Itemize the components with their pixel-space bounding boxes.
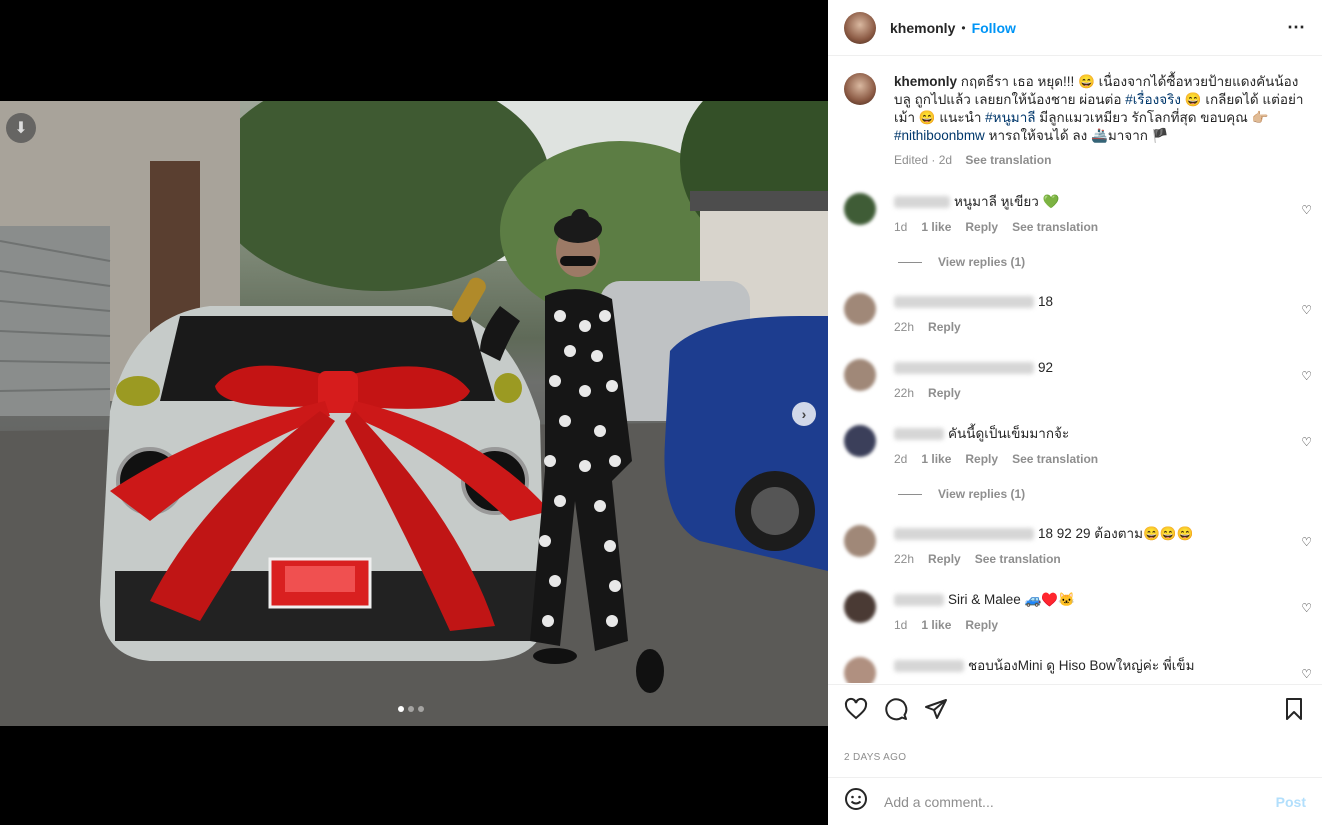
post-comment-button[interactable]: Post — [1276, 794, 1306, 810]
carousel-dot — [398, 706, 404, 712]
see-translation-link[interactable]: See translation — [975, 552, 1061, 566]
view-replies-button[interactable]: View replies (1) — [898, 255, 1025, 269]
commenter-avatar[interactable] — [844, 525, 876, 557]
see-translation-link[interactable]: See translation — [965, 153, 1051, 167]
comment-age: 22h — [894, 552, 915, 566]
comment-input[interactable] — [882, 792, 1266, 811]
like-comment-heart-icon[interactable]: ♡ — [1301, 535, 1312, 549]
view-replies-button[interactable]: View replies (1) — [898, 487, 1025, 501]
next-image-chevron-icon[interactable]: › — [792, 402, 816, 426]
caption-username[interactable]: khemonly — [894, 74, 957, 89]
like-comment-heart-icon[interactable]: ♡ — [1301, 601, 1312, 615]
emoji-smiley-icon[interactable] — [844, 787, 868, 816]
carousel-dot — [408, 706, 414, 712]
more-options-icon[interactable]: ⋯ — [1287, 17, 1306, 38]
commenter-username[interactable] — [894, 296, 1034, 309]
caption-edited-time: Edited · 2d — [894, 153, 953, 167]
post-date: 2 DAYS AGO — [844, 752, 907, 763]
see-translation-link[interactable]: See translation — [1012, 452, 1098, 466]
reply-button[interactable]: Reply — [928, 386, 961, 400]
comment-likes[interactable]: 1 like — [921, 452, 951, 466]
commenter-username[interactable] — [894, 528, 1034, 541]
caption-text-4: หารถให้จนได้ ลง 🚢มาจาก 🏴 — [984, 128, 1169, 143]
comments-list[interactable]: khemonly กฤตธีรา เธอ หยุด!!! 😄 เนื่องจาก… — [828, 57, 1322, 683]
comment-age: 1d — [894, 618, 908, 632]
comment-text: คันนี้ดูเป็นเข็มมากจ้ะ — [948, 426, 1070, 441]
see-translation-link[interactable]: See translation — [1012, 220, 1098, 234]
like-comment-heart-icon[interactable]: ♡ — [1301, 203, 1312, 217]
save-bookmark-icon[interactable] — [1282, 697, 1306, 726]
comment-item: หนูมาลี หูเขียว 💚 1d 1 like Reply See trans… — [828, 193, 1322, 234]
commenter-avatar[interactable] — [844, 657, 876, 683]
comment-age: 2d — [894, 452, 908, 466]
reply-button[interactable]: Reply — [965, 618, 998, 632]
commenter-avatar[interactable] — [844, 591, 876, 623]
reply-button[interactable]: Reply — [928, 552, 961, 566]
comment-item: 92 22h Reply ♡ — [828, 359, 1322, 400]
commenter-username[interactable] — [894, 660, 964, 673]
comment-item: 18 22h Reply ♡ — [828, 293, 1322, 334]
reply-button[interactable]: Reply — [965, 452, 998, 466]
comment-text: 18 — [1038, 294, 1054, 309]
commenter-avatar[interactable] — [844, 425, 876, 457]
photo-scene — [0, 101, 828, 726]
reply-button[interactable]: Reply — [965, 220, 998, 234]
post-photo[interactable] — [0, 101, 828, 726]
commenter-avatar[interactable] — [844, 359, 876, 391]
caption-text-3: มีลูกแมวเหมียว รักโลกที่สุด ขอบคุณ 👉🏼 — [1035, 110, 1269, 125]
post-header: khemonly • Follow ⋯ — [828, 0, 1322, 56]
comment-likes[interactable]: 1 like — [921, 618, 951, 632]
author-username[interactable]: khemonly — [890, 20, 955, 36]
comment-item: Siri & Malee 🚙♥️🐱 1d 1 like Reply ♡ — [828, 591, 1322, 632]
commenter-username[interactable] — [894, 362, 1034, 375]
caption-avatar[interactable] — [844, 73, 876, 105]
post-sidebar: khemonly • Follow ⋯ khemonly กฤตธีรา เธอ… — [828, 0, 1322, 825]
like-heart-icon[interactable] — [844, 697, 868, 726]
commenter-avatar[interactable] — [844, 193, 876, 225]
like-comment-heart-icon[interactable]: ♡ — [1301, 303, 1312, 317]
add-comment-bar: Post — [828, 777, 1322, 825]
like-comment-heart-icon[interactable]: ♡ — [1301, 667, 1312, 681]
comment-age: 1d — [894, 220, 908, 234]
post-actions: 2 DAYS AGO — [828, 684, 1322, 777]
comment-text: หนูมาลี หูเขียว 💚 — [954, 194, 1060, 209]
comment-age: 22h — [894, 386, 915, 400]
hashtag-link[interactable]: #เรื่องจริง — [1125, 92, 1181, 107]
commenter-username[interactable] — [894, 196, 950, 209]
reply-button[interactable]: Reply — [928, 320, 961, 334]
share-paper-plane-icon[interactable] — [924, 697, 948, 726]
like-comment-heart-icon[interactable]: ♡ — [1301, 435, 1312, 449]
comment-item: 18 92 29 ต้องตาม😄😄😄 22h Reply See translat… — [828, 525, 1322, 566]
media-viewer: ⬇ › — [0, 0, 828, 825]
comment-item: ชอบน้องMini ดู Hiso Bowใหญ่ค่ะ พี่เข็ม ♡ — [828, 657, 1322, 683]
comment-age: 22h — [894, 320, 915, 334]
comment-likes[interactable]: 1 like — [921, 220, 951, 234]
separator-dot: • — [961, 20, 966, 35]
follow-button[interactable]: Follow — [972, 20, 1016, 36]
hashtag-link[interactable]: #nithiboonbmw — [894, 128, 985, 143]
carousel-dot — [418, 706, 424, 712]
comment-item: คันนี้ดูเป็นเข็มมากจ้ะ 2d 1 like Reply See … — [828, 425, 1322, 466]
download-icon[interactable]: ⬇ — [6, 113, 36, 143]
comment-text: Siri & Malee 🚙♥️🐱 — [948, 592, 1075, 607]
view-replies-label: View replies (1) — [938, 487, 1026, 501]
author-avatar[interactable] — [844, 11, 876, 44]
carousel-dots — [398, 706, 424, 712]
hashtag-link[interactable]: #หนูมาลี — [985, 110, 1035, 125]
commenter-username[interactable] — [894, 594, 944, 607]
view-replies-label: View replies (1) — [938, 255, 1026, 269]
comment-bubble-icon[interactable] — [884, 697, 908, 726]
comment-text: 18 92 29 ต้องตาม😄😄😄 — [1038, 526, 1194, 541]
like-comment-heart-icon[interactable]: ♡ — [1301, 369, 1312, 383]
commenter-username[interactable] — [894, 428, 944, 441]
post-caption: khemonly กฤตธีรา เธอ หยุด!!! 😄 เนื่องจาก… — [828, 57, 1322, 169]
commenter-avatar[interactable] — [844, 293, 876, 325]
comment-text: 92 — [1038, 360, 1054, 375]
comment-text: ชอบน้องMini ดู Hiso Bowใหญ่ค่ะ พี่เข็ม — [968, 658, 1195, 673]
